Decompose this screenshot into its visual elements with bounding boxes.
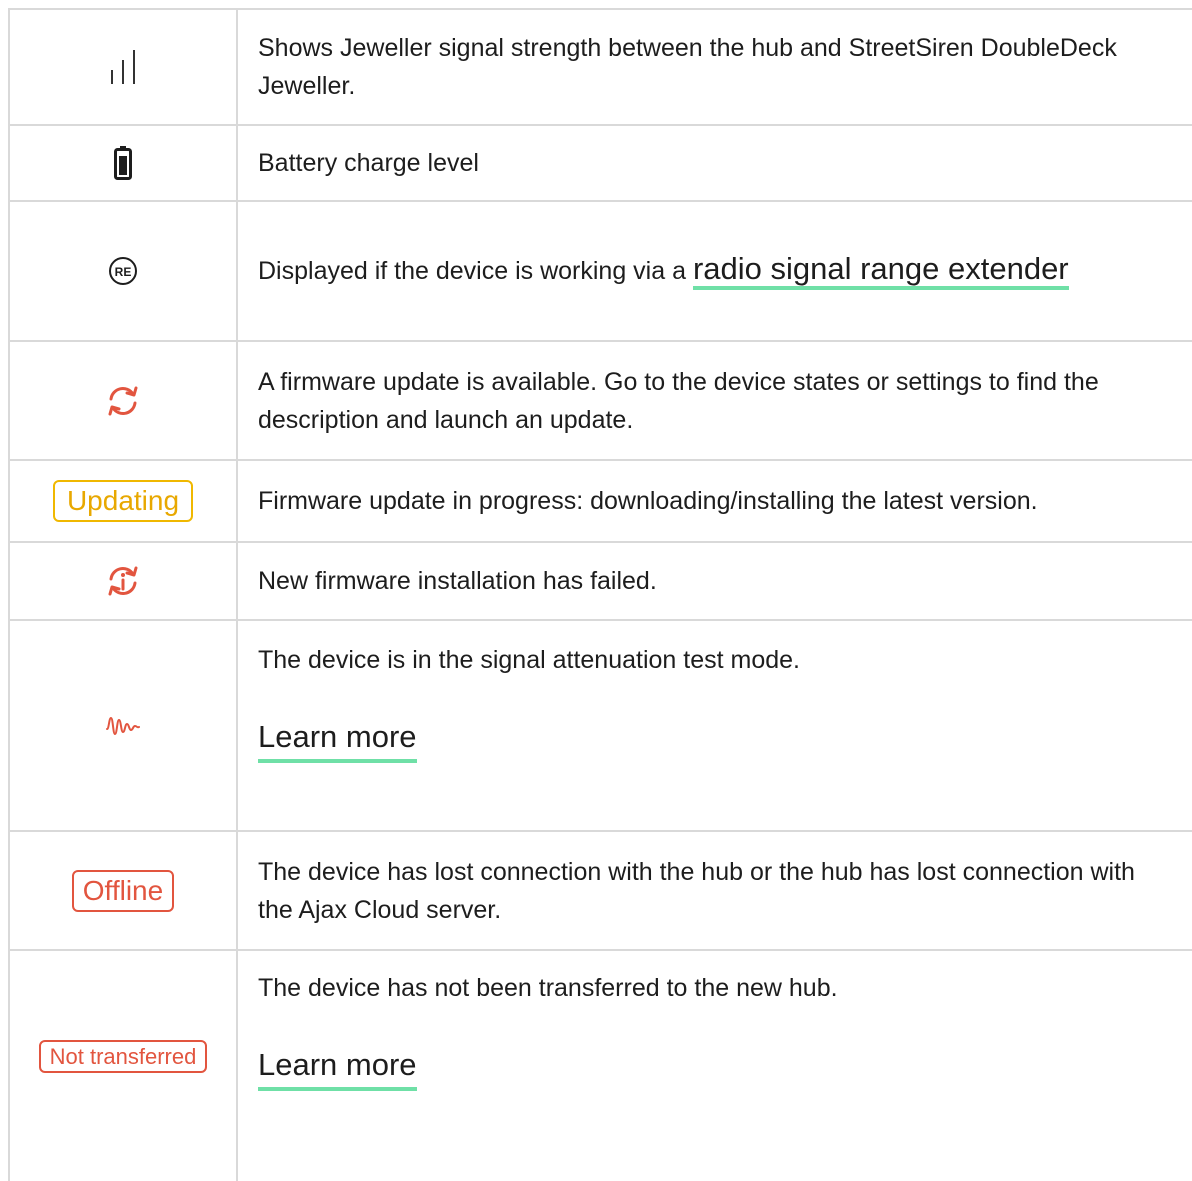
table-row: Shows Jeweller signal strength between t… (10, 10, 1192, 126)
row-text: Displayed if the device is working via a (258, 257, 693, 285)
row-text: The device has not been transferred to t… (258, 974, 838, 1002)
table-row: Battery charge level (10, 126, 1192, 202)
table-row: The device is in the signal attenuation … (10, 621, 1192, 832)
table-row: RE Displayed if the device is working vi… (10, 202, 1192, 342)
learn-more-link[interactable]: Learn more (258, 1045, 417, 1091)
row-text: Firmware update in progress: downloading… (258, 487, 1038, 515)
status-icons-table: Shows Jeweller signal strength between t… (8, 8, 1192, 1181)
svg-text:RE: RE (115, 265, 132, 279)
table-row: A firmware update is available. Go to th… (10, 342, 1192, 461)
table-row: Offline The device has lost connection w… (10, 832, 1192, 951)
update-failed-icon (108, 566, 138, 596)
attenuation-test-icon (106, 716, 140, 735)
updating-badge: Updating (52, 480, 194, 522)
range-extender-link[interactable]: radio signal range extender (692, 251, 1069, 290)
table-row: Updating Firmware update in progress: do… (10, 461, 1192, 543)
description-cell: New firmware installation has failed. (238, 543, 1192, 619)
row-text: Shows Jeweller signal strength between t… (258, 34, 1117, 100)
row-text: The device is in the signal attenuation … (258, 646, 800, 674)
description-cell: The device has not been transferred to t… (238, 951, 1192, 1181)
row-text: The device has lost connection with the … (258, 857, 1135, 924)
row-text: Battery charge level (258, 149, 479, 177)
table-row: Not transferred The device has not been … (10, 951, 1192, 1181)
firmware-update-icon (108, 386, 138, 415)
table-row: New firmware installation has failed. (10, 543, 1192, 621)
signal-strength-icon (111, 50, 135, 84)
icon-cell: Not transferred (10, 951, 238, 1181)
description-cell: The device has lost connection with the … (238, 832, 1192, 949)
icon-cell (10, 10, 238, 124)
description-cell: The device is in the signal attenuation … (238, 621, 1192, 830)
icon-cell (10, 543, 238, 619)
description-cell: Displayed if the device is working via a… (238, 202, 1192, 340)
row-text: A firmware update is available. Go to th… (258, 367, 1099, 434)
description-cell: A firmware update is available. Go to th… (238, 342, 1192, 459)
battery-icon (114, 146, 132, 180)
icon-cell (10, 126, 238, 200)
description-cell: Shows Jeweller signal strength between t… (238, 10, 1192, 124)
row-text: New firmware installation has failed. (258, 567, 657, 595)
icon-cell (10, 342, 238, 459)
description-cell: Battery charge level (238, 126, 1192, 200)
offline-badge: Offline (71, 869, 175, 912)
icon-cell: Offline (10, 832, 238, 949)
icon-cell: Updating (10, 461, 238, 541)
learn-more-link[interactable]: Learn more (258, 717, 417, 763)
icon-cell (10, 621, 238, 830)
description-cell: Firmware update in progress: downloading… (238, 461, 1192, 541)
icon-cell: RE (10, 202, 238, 340)
range-extender-icon: RE (109, 257, 137, 285)
not-transferred-badge: Not transferred (38, 1039, 208, 1073)
